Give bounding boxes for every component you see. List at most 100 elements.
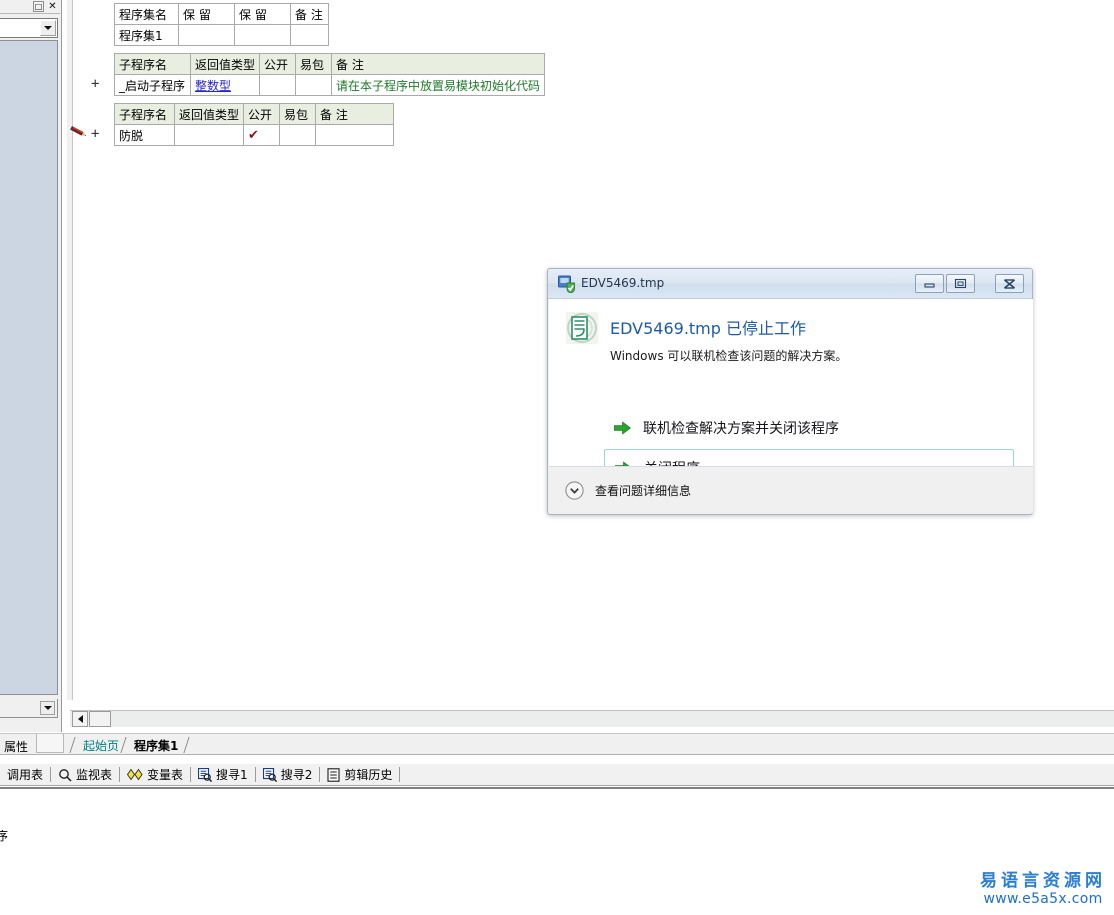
column-header-public: 公开: [259, 53, 297, 75]
dialog-minimize-button[interactable]: [915, 274, 944, 293]
cell-package[interactable]: [279, 124, 317, 146]
scrollbar-thumb[interactable]: [89, 711, 111, 727]
cell-sub-name[interactable]: 防脱: [114, 124, 175, 146]
tool-item-call-table-label: 调用表: [7, 768, 44, 782]
left-dock-combobox[interactable]: [0, 18, 58, 38]
left-dock-panel: □ ✕: [0, 0, 62, 732]
table-row[interactable]: _启动子程序 整数型 请在本子程序中放置易模块初始化代码: [114, 74, 546, 96]
green-arrow-icon: [614, 421, 631, 435]
dialog-titlebar[interactable]: EDV5469.tmp: [548, 269, 1032, 299]
minimize-icon: [924, 283, 935, 288]
column-header-return-type: 返回值类型: [189, 53, 261, 75]
yi-language-icon: [566, 312, 598, 344]
column-header-package: 易包: [295, 53, 333, 75]
find-icon: [198, 767, 213, 782]
scroll-left-button[interactable]: [72, 711, 88, 727]
site-watermark: 易语言资源网 www.e5a5x.com: [980, 872, 1106, 907]
dialog-title-text: EDV5469.tmp: [581, 276, 665, 290]
left-dock-titlebar: □ ✕: [0, 0, 60, 14]
chevron-down-icon: [44, 26, 52, 30]
properties-panel-label[interactable]: 属性: [1, 737, 31, 756]
dialog-close-button[interactable]: [995, 274, 1024, 293]
output-clipped-text: 序: [0, 829, 9, 843]
column-header-remark: 备 注: [290, 3, 329, 25]
left-dock-bottom-combobox[interactable]: [0, 699, 58, 718]
find-icon: [262, 767, 277, 782]
tool-divider: [399, 767, 401, 782]
table-header-row: 子程序名 返回值类型 公开 易包 备 注: [114, 103, 395, 125]
left-dock-close-button[interactable]: ✕: [47, 1, 58, 12]
table-header-row: 子程序名 返回值类型 公开 易包 备 注: [114, 53, 546, 75]
clipboard-icon: [327, 767, 340, 782]
subroutine-table: 子程序名 返回值类型 公开 易包 备 注 防脱 ✔: [114, 103, 395, 146]
tab-divider: [69, 737, 76, 753]
dialog-action-check-online[interactable]: 联机检查解决方案并关闭该程序: [604, 409, 1014, 447]
editor-gutter-rule: [67, 0, 73, 700]
expand-marker-startup[interactable]: +: [91, 77, 99, 91]
chevron-down-circle-icon: [565, 480, 584, 500]
expand-marker-sub[interactable]: +: [91, 127, 99, 141]
dialog-maximize-button[interactable]: [946, 274, 975, 293]
document-tabstrip: 属性 起始页 程序集1: [0, 733, 1114, 755]
left-dock-bottom-arrow-button[interactable]: [40, 701, 55, 715]
crash-dialog[interactable]: EDV5469.tmp EDV5469.tmp 已停止工作 Windows 可以…: [547, 268, 1033, 515]
cell-remark[interactable]: [315, 124, 395, 146]
cell-sub-name[interactable]: _启动子程序: [114, 74, 191, 96]
tool-item-find-2[interactable]: 搜寻2: [256, 765, 320, 785]
tool-item-variable-table[interactable]: 变量表: [120, 765, 190, 785]
tool-item-clip-history[interactable]: 剪辑历史: [320, 765, 399, 785]
column-header-reserved-1: 保 留: [178, 3, 235, 25]
program-set-table: 程序集名 保 留 保 留 备 注 程序集1: [114, 3, 329, 46]
table-row[interactable]: 程序集1: [114, 24, 329, 46]
cell-remark[interactable]: [290, 24, 329, 46]
column-header-package: 易包: [279, 103, 317, 125]
tab-program-set-1[interactable]: 程序集1: [128, 736, 184, 754]
dialog-body: EDV5469.tmp 已停止工作 Windows 可以联机检查该问题的解决方案…: [549, 299, 1033, 487]
editor-horizontal-scrollbar[interactable]: [70, 710, 1114, 727]
column-header-remark: 备 注: [315, 103, 395, 125]
tool-item-watch-table[interactable]: 监视表: [51, 765, 119, 785]
tool-item-clip-history-label: 剪辑历史: [344, 768, 393, 782]
cell-package[interactable]: [295, 74, 333, 96]
search-icon: [59, 768, 72, 782]
output-pane[interactable]: 序: [0, 787, 1114, 915]
cell-return-type[interactable]: [173, 124, 245, 146]
tool-item-watch-table-label: 监视表: [76, 768, 113, 782]
tool-item-find-1[interactable]: 搜寻1: [191, 765, 255, 785]
column-header-sub-name: 子程序名: [114, 103, 175, 125]
tool-item-variable-table-label: 变量表: [147, 768, 184, 782]
cell-public[interactable]: [259, 74, 297, 96]
cell-reserved-2[interactable]: [234, 24, 291, 46]
cell-return-type[interactable]: 整数型: [189, 74, 261, 96]
close-icon: [1003, 278, 1016, 289]
table-header-row: 程序集名 保 留 保 留 备 注: [114, 3, 329, 25]
dialog-subtext: Windows 可以联机检查该问题的解决方案。: [610, 349, 848, 363]
diamond-icon: [127, 768, 143, 781]
left-dock-list-pane[interactable]: [0, 40, 58, 695]
dialog-footer[interactable]: 查看问题详细信息: [549, 466, 1033, 513]
dialog-footer-label: 查看问题详细信息: [595, 483, 692, 498]
properties-tab-blank[interactable]: [36, 734, 64, 753]
left-dock-restore-button[interactable]: □: [33, 1, 44, 12]
tool-item-find-2-label: 搜寻2: [280, 768, 313, 782]
cell-reserved-1[interactable]: [178, 24, 235, 46]
table-row[interactable]: 防脱 ✔: [114, 124, 395, 146]
column-header-program-set-name: 程序集名: [114, 3, 179, 25]
tool-item-call-table[interactable]: 调用表: [0, 765, 50, 785]
left-dock-combobox-arrow-button[interactable]: [40, 20, 56, 36]
dialog-action-check-online-label: 联机检查解决方案并关闭该程序: [643, 421, 839, 437]
maximize-icon: [954, 278, 967, 289]
column-header-reserved-2: 保 留: [234, 3, 291, 25]
cell-remark[interactable]: 请在本子程序中放置易模块初始化代码: [331, 74, 546, 96]
startup-subroutine-table: 子程序名 返回值类型 公开 易包 备 注 _启动子程序 整数型 请在本子程序中放…: [114, 53, 546, 96]
column-header-remark: 备 注: [331, 53, 546, 75]
column-header-public: 公开: [243, 103, 281, 125]
chevron-left-icon: [77, 715, 83, 723]
dialog-heading: EDV5469.tmp 已停止工作: [610, 319, 807, 338]
tab-start-page[interactable]: 起始页: [77, 736, 125, 754]
bottom-toolstrip: 调用表 监视表 变量表 搜寻1 搜寻2 剪辑历史: [0, 764, 1114, 786]
watermark-url-text: www.e5a5x.com: [983, 890, 1103, 907]
cell-public-checkmark[interactable]: ✔: [243, 124, 281, 146]
cell-program-set-name[interactable]: 程序集1: [114, 24, 179, 46]
column-header-sub-name: 子程序名: [114, 53, 191, 75]
